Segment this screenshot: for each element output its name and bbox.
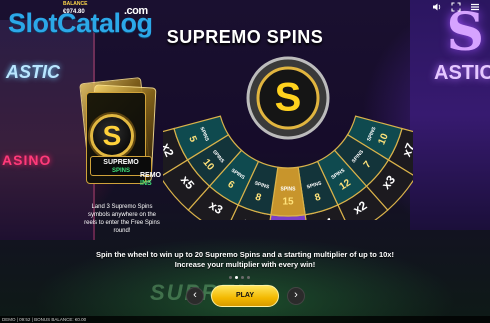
wheel-spins-value: 15 (282, 197, 294, 208)
neon-sign-right: ASTIC (434, 62, 490, 84)
logo-suffix: .com (124, 5, 148, 17)
neon-sign-left: ASTIC (6, 62, 60, 82)
pagination-dot[interactable] (247, 276, 250, 279)
bonus-wheel: x710SPINSx37SPINSx212SPINSx48SPINSx815SP… (163, 50, 413, 220)
wheel-spins-word: SPINS (280, 186, 296, 192)
page-title: SUPREMO SPINS (166, 27, 324, 47)
pagination-dot[interactable] (241, 276, 244, 279)
game-stage: ASTIC ASINO S ASTIC SUPREMO SlotCatalog … (0, 0, 490, 323)
symbol-label-line1: SUPREMO (103, 159, 139, 166)
supremo-coin-icon: S (90, 114, 134, 158)
neon-sign-casino: ASINO (2, 152, 52, 168)
pagination-dot[interactable] (235, 276, 238, 279)
symbol-label-ghost: REMO INS (140, 172, 161, 188)
instructions-line2: Increase your multiplier with every win! (174, 260, 316, 269)
previous-page-button[interactable]: ‹ (186, 287, 204, 305)
symbol-card-stack: S SUPREMO SPINS REMO INS (78, 77, 168, 190)
footer-status: DEMO | 09:52 | BONUS BALANCE: €0.00 (0, 316, 490, 323)
speaker-icon[interactable] (432, 2, 442, 12)
symbol-description: Land 3 Supremo Spins symbols anywhere on… (84, 204, 160, 234)
wheel-graphic: x710SPINSx37SPINSx212SPINSx48SPINSx815SP… (163, 56, 413, 220)
top-toolbar (432, 2, 480, 12)
ghost-line1: REMO (140, 172, 161, 179)
fullscreen-icon[interactable] (451, 2, 461, 12)
ghost-line2: INS (140, 180, 152, 187)
balance-display: BALANCE €974.80 (63, 0, 87, 16)
balance-label: BALANCE (63, 1, 88, 7)
wheel-hub-letter: S (275, 76, 302, 120)
balance-value: €974.80 (63, 9, 85, 15)
instructions-line1: Spin the wheel to win up to 20 Supremo S… (96, 250, 394, 259)
pagination-dot[interactable] (229, 276, 232, 279)
next-page-button[interactable]: › (287, 287, 305, 305)
menu-icon[interactable] (470, 2, 480, 12)
play-button[interactable]: PLAY (211, 285, 279, 307)
instructions: Spin the wheel to win up to 20 Supremo S… (0, 250, 490, 270)
pagination-dots (229, 276, 250, 279)
